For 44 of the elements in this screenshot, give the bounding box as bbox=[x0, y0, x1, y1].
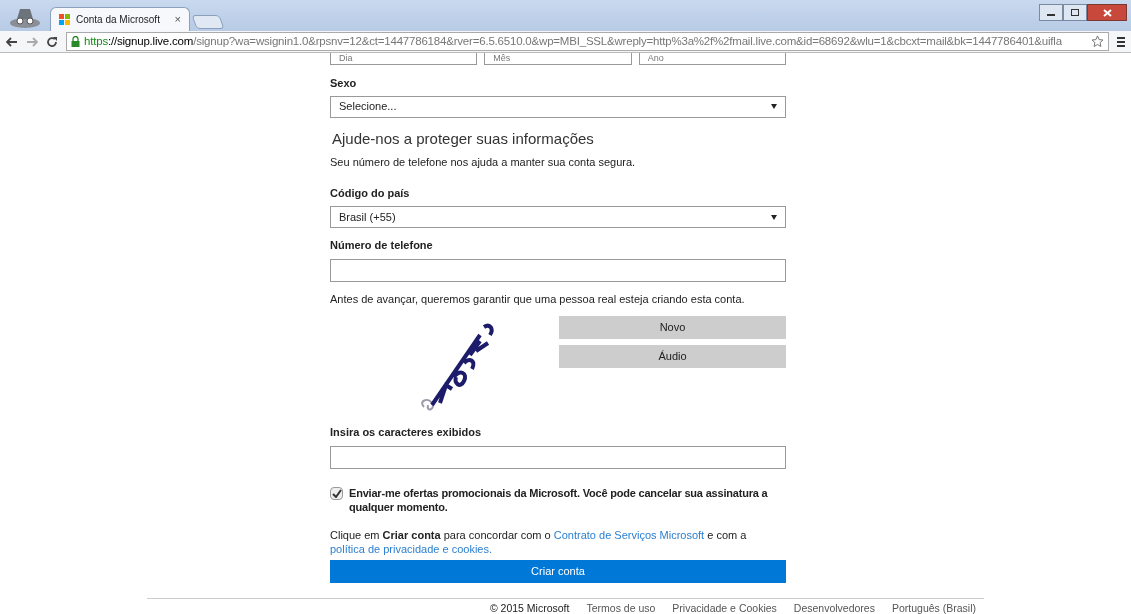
terms-link[interactable]: Contrato de Serviços Microsoft bbox=[553, 528, 705, 541]
four-squares-icon bbox=[59, 14, 70, 25]
footer-link[interactable]: Privacidade e Cookies bbox=[672, 602, 777, 614]
caret-icon bbox=[771, 104, 777, 109]
captcha-button[interactable]: Áudio bbox=[559, 345, 786, 368]
birth-date-select[interactable]: Mês bbox=[484, 53, 632, 65]
address-field[interactable]: https://signup.live.com/signup?wa=wsignin1.0&rpsnv=12&ct=1447786184&rver=6.5.6510.0&wp=MBI_SSL&wreply=http%3a%2f%2fmail.live.com&id=68692&wlu=1&cbcxt=mail&bk=1447786401&uifla bbox=[66, 32, 1109, 51]
footer-link[interactable]: Desenvolvedores bbox=[793, 602, 875, 614]
caret-icon bbox=[771, 214, 777, 220]
field-label: Insira os caracteres exibidos bbox=[330, 425, 483, 440]
checkbox-label: Enviar-me ofertas promocionais da Microsoft. Você pode cancelar sua assinatura a qualquer momento. bbox=[349, 485, 769, 514]
close-tab-button[interactable]: × bbox=[174, 11, 181, 28]
field-label: Código do país bbox=[330, 185, 411, 201]
captcha-button[interactable]: Novo bbox=[559, 316, 786, 339]
close-window-button[interactable] bbox=[1087, 4, 1127, 21]
captcha-input-field[interactable] bbox=[330, 445, 786, 469]
terms-link[interactable]: política de privacidade e cookies. bbox=[330, 542, 493, 555]
footer-link[interactable]: Termos de uso bbox=[586, 602, 656, 614]
captcha-prompt: Antes de avançar, queremos garantir que uma pessoa real esteja criando esta conta. bbox=[330, 291, 746, 307]
maximize-button[interactable] bbox=[1063, 4, 1087, 21]
tab-title: Conta da Microsoft bbox=[76, 13, 161, 27]
birth-date-select[interactable]: Ano bbox=[638, 53, 786, 65]
star-icon[interactable] bbox=[1091, 35, 1104, 48]
incognito-icon bbox=[8, 6, 42, 28]
phone-input-field[interactable] bbox=[330, 258, 786, 282]
minimize-button[interactable] bbox=[1039, 4, 1063, 21]
menu-icon[interactable] bbox=[1117, 36, 1125, 47]
gender-select[interactable]: Selecione... bbox=[330, 95, 786, 118]
birth-date-select[interactable]: Dia bbox=[330, 53, 478, 65]
copyright-text: © 2015 Microsoft bbox=[489, 602, 570, 614]
reload-icon[interactable] bbox=[46, 35, 58, 48]
browser-tab[interactable]: Conta da Microsoft × bbox=[50, 7, 190, 31]
back-arrow-icon[interactable] bbox=[6, 36, 18, 47]
section-heading: Ajude-nos a proteger suas informações bbox=[331, 128, 595, 149]
country-select[interactable]: Brasil (+55) bbox=[330, 206, 786, 228]
lock-icon bbox=[71, 36, 80, 47]
section-note: Seu número de telefone nos ajuda a manter sua conta segura. bbox=[330, 155, 637, 170]
checkbox[interactable] bbox=[330, 486, 343, 500]
field-label: Sexo bbox=[330, 76, 358, 91]
footer-link[interactable]: Português (Brasil) bbox=[891, 602, 976, 614]
close-icon bbox=[1102, 8, 1112, 17]
field-label: Número de telefone bbox=[330, 238, 434, 253]
terms-text: Clique em Criar conta para concordar com o Contrato de Serviços Microsoft e com a política de privacidade e cookies. bbox=[330, 527, 748, 556]
create-account-button[interactable]: Criar conta bbox=[330, 559, 786, 583]
